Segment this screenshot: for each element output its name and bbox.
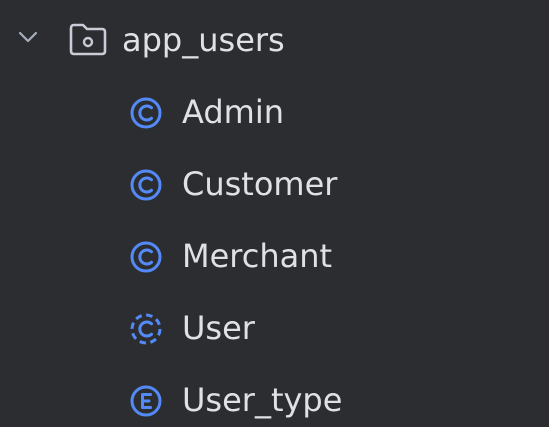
tree-item-label: Merchant	[182, 237, 333, 275]
tree-item-label: User	[182, 309, 255, 347]
tree-item-customer[interactable]: Customer	[0, 148, 549, 220]
tree-item-user[interactable]: User	[0, 292, 549, 364]
tree-item-label: Admin	[182, 93, 284, 131]
enum-icon	[130, 385, 162, 417]
abstract-class-icon	[130, 313, 162, 345]
tree-item-label: User_type	[182, 381, 343, 419]
project-tree-panel: app_users Admin Customer Merchant User U…	[0, 0, 549, 427]
chevron-down-icon[interactable]	[17, 26, 39, 48]
class-icon	[130, 97, 162, 129]
tree-folder-app-users[interactable]: app_users	[0, 4, 549, 76]
folder-package-icon	[69, 23, 107, 56]
tree-item-label: Customer	[182, 165, 338, 203]
tree-item-merchant[interactable]: Merchant	[0, 220, 549, 292]
tree-item-admin[interactable]: Admin	[0, 76, 549, 148]
class-icon	[130, 241, 162, 273]
class-icon	[130, 169, 162, 201]
folder-label: app_users	[122, 21, 285, 59]
tree-item-user-type[interactable]: User_type	[0, 364, 549, 436]
